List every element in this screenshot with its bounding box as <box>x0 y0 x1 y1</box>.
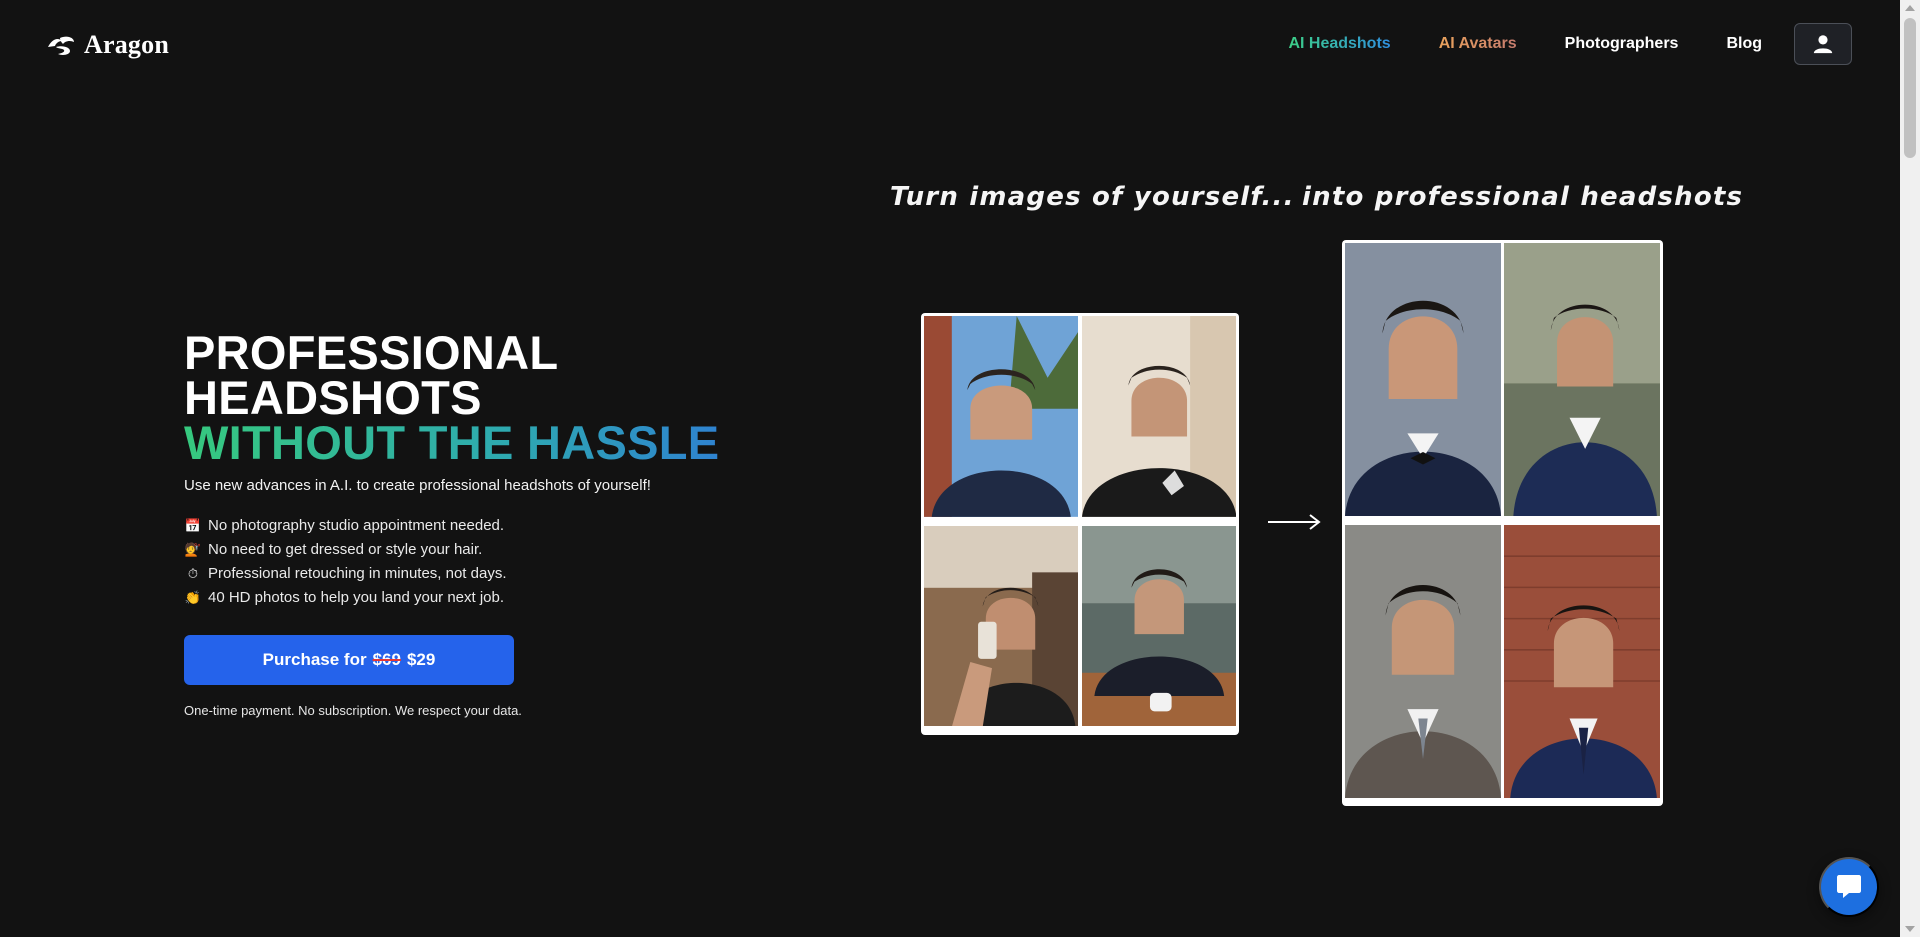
headshot-photo <box>1345 524 1501 804</box>
nav-item-ai-headshots[interactable]: AI Headshots <box>1288 35 1390 53</box>
logo[interactable]: Aragon <box>46 30 169 60</box>
aragon-logo-icon <box>48 36 74 55</box>
hero-subtitle: Use new advances in A.I. to create profe… <box>184 477 651 494</box>
scroll-up-icon[interactable] <box>1905 5 1915 11</box>
headshot-photo <box>1345 243 1501 522</box>
hero-title-line-2: HEADSHOTS <box>184 371 482 424</box>
feature-item: ⏱ Professional retouching in minutes, no… <box>184 562 824 586</box>
selfie-photo <box>1081 525 1237 733</box>
scroll-thumb[interactable] <box>1904 18 1916 158</box>
hero-title-line-1: PROFESSIONAL <box>184 326 559 379</box>
clapping-hands-icon: 👏 <box>184 590 202 605</box>
hero-title-highlight: WITHOUT THE HASSLE <box>184 419 824 466</box>
user-icon <box>1813 35 1833 54</box>
main-nav: AI Headshots AI Avatars Photographers Bl… <box>1240 23 1852 65</box>
stopwatch-icon: ⏱ <box>187 566 199 581</box>
calendar-icon: 📅 <box>184 518 202 533</box>
haircut-icon: 💇 <box>184 542 202 557</box>
headshot-photo <box>1504 524 1660 804</box>
purchase-label: Purchase for <box>262 650 367 669</box>
selfie-photo <box>1081 316 1237 523</box>
after-photo-grid <box>1342 240 1663 806</box>
feature-text: No need to get dressed or style your hai… <box>208 541 483 558</box>
caption-before: Turn images of yourself... <box>890 182 1295 212</box>
before-photo-grid <box>921 313 1239 735</box>
nav-item-blog[interactable]: Blog <box>1726 35 1762 53</box>
feature-text: 40 HD photos to help you land your next … <box>208 589 505 606</box>
nav-item-ai-avatars[interactable]: AI Avatars <box>1439 35 1517 53</box>
selfie-photo <box>924 525 1079 733</box>
chat-button[interactable] <box>1819 857 1879 917</box>
arrow-right-icon <box>1268 514 1321 530</box>
brand-name: Aragon <box>84 30 169 59</box>
hero-content: PROFESSIONAL HEADSHOTS WITHOUT THE HASSL… <box>184 326 824 718</box>
headshot-photo <box>1504 243 1660 522</box>
chat-icon <box>1837 875 1861 898</box>
old-price: $69 <box>372 650 401 669</box>
feature-text: Professional retouching in minutes, not … <box>208 565 507 582</box>
feature-list: 📅 No photography studio appointment need… <box>184 514 824 610</box>
feature-item: 📅 No photography studio appointment need… <box>184 514 824 538</box>
feature-item: 👏 40 HD photos to help you land your nex… <box>184 586 824 610</box>
scroll-down-icon[interactable] <box>1905 926 1915 932</box>
purchase-button[interactable]: Purchase for $69 $29 <box>184 635 514 685</box>
selfie-photo <box>924 316 1079 523</box>
page-scrollbar[interactable] <box>1900 0 1920 937</box>
account-button[interactable] <box>1794 23 1852 65</box>
feature-text: No photography studio appointment needed… <box>208 517 505 534</box>
feature-item: 💇 No need to get dressed or style your h… <box>184 538 824 562</box>
site-header: Aragon AI Headshots AI Avatars Photograp… <box>0 0 1900 88</box>
nav-item-photographers[interactable]: Photographers <box>1565 35 1679 53</box>
hero-title: PROFESSIONAL HEADSHOTS WITHOUT THE HASSL… <box>184 326 824 466</box>
payment-note: One-time payment. No subscription. We re… <box>184 703 522 718</box>
caption-after: into professional headshots <box>1302 182 1744 212</box>
new-price: $29 <box>406 650 436 669</box>
